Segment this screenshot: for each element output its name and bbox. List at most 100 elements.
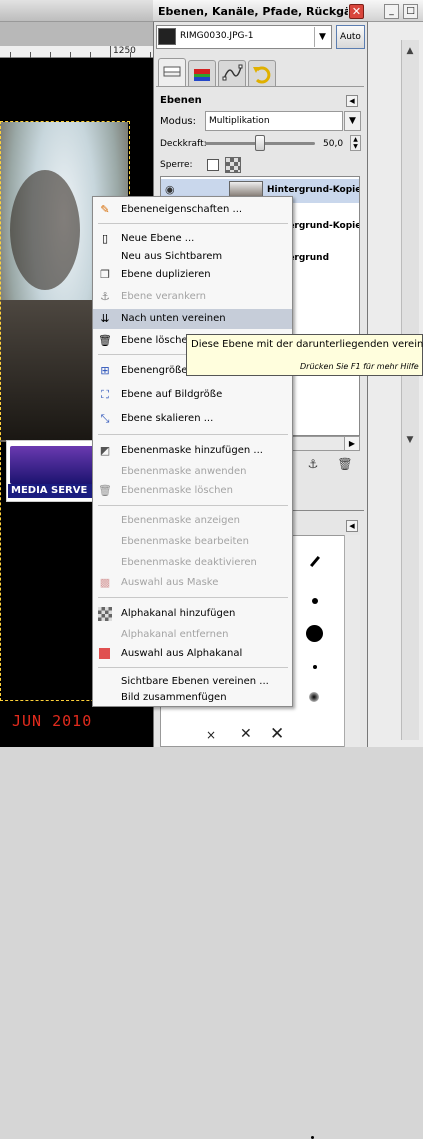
menu-item-label: Ebeneneigenschaften ... — [121, 204, 243, 215]
scroll-up-icon[interactable]: ▲ — [401, 46, 419, 62]
brush-swatch[interactable]: × — [206, 728, 216, 742]
brush-swatch[interactable] — [309, 692, 319, 702]
tab-undo[interactable] — [248, 60, 276, 86]
brush-swatch[interactable]: ✕ — [240, 726, 252, 742]
menu-item-anchor-layer[interactable]: ⚓ Ebene verankern — [93, 287, 292, 307]
tab-layers[interactable] — [158, 58, 186, 86]
alpha-selection-icon — [99, 648, 110, 659]
brush-swatch[interactable] — [313, 665, 317, 669]
menu-item-layer-attributes[interactable]: ✎ Ebeneneigenschaften ... — [93, 200, 292, 220]
panel-menu-icon[interactable]: ◀ — [346, 95, 358, 107]
menu-separator — [98, 434, 288, 435]
mode-value: Multiplikation — [209, 116, 270, 126]
menu-item-label: Ebenenmaske anwenden — [121, 466, 247, 477]
menu-item-label: Ebenenmaske bearbeiten — [121, 536, 249, 547]
layer-name: Hintergrund-Kopie — [267, 185, 360, 195]
edit-icon: ✎ — [100, 203, 110, 216]
image-window-titlebar[interactable] — [0, 0, 153, 22]
merge-down-icon: ⇊ — [100, 312, 110, 325]
opacity-spin-button[interactable]: ▲ ▼ — [350, 135, 361, 151]
duplicate-icon: ❐ — [100, 268, 110, 281]
lock-alpha-checkbox[interactable] — [207, 159, 219, 171]
panel-menu-icon[interactable]: ◀ — [346, 520, 358, 532]
channels-tab-icon — [194, 69, 210, 81]
mask-selection-icon: ▩ — [99, 576, 111, 589]
minimize-icon[interactable]: _ — [384, 4, 399, 19]
menu-item-label: Nach unten vereinen — [121, 313, 226, 324]
menu-item-label: Ebenenmaske anzeigen — [121, 515, 240, 526]
menu-item-label: Alphakanal hinzufügen — [121, 608, 236, 619]
image-select-value: RIMG0030.JPG-1 — [180, 31, 254, 41]
menu-item-add-alpha-channel[interactable]: Alphakanal hinzufügen — [93, 604, 292, 624]
anchor-icon: ⚓ — [100, 290, 110, 303]
menu-separator — [98, 667, 288, 668]
close-icon[interactable]: ✕ — [349, 4, 364, 19]
brush-swatch[interactable]: ✕ — [270, 724, 284, 744]
opacity-value[interactable]: 50,0 — [323, 139, 343, 149]
alpha-icon — [98, 607, 112, 621]
menu-item-new-layer[interactable]: ▯ Neue Ebene ... — [93, 229, 292, 249]
trash-icon: 🗑 — [98, 484, 112, 497]
menu-item-label: Alphakanal entfernen — [121, 629, 229, 640]
brush-swatch[interactable] — [312, 598, 318, 604]
menu-item-label: Ebene auf Bildgröße — [121, 389, 223, 400]
menu-item-label: Auswahl aus Alphakanal — [121, 648, 243, 659]
menu-item-show-layer-mask[interactable]: Ebenenmaske anzeigen — [93, 511, 292, 531]
background-window-titlebar[interactable]: _ □ — [368, 0, 423, 22]
menu-item-add-layer-mask[interactable]: ◩ Ebenenmaske hinzufügen ... — [93, 441, 292, 461]
ruler-label: 1250 — [113, 46, 136, 56]
chevron-down-icon[interactable]: ▼ — [314, 27, 330, 47]
layer-size-icon: ⊞ — [100, 364, 110, 377]
scale-icon: ⤡ — [100, 412, 110, 425]
layers-tab-icon — [163, 66, 181, 77]
brushes-scrollbar[interactable] — [344, 535, 360, 747]
menu-item-label: Ebene skalieren ... — [121, 413, 214, 424]
menu-item-edit-layer-mask[interactable]: Ebenenmaske bearbeiten — [93, 532, 292, 552]
tab-channels[interactable] — [188, 60, 216, 86]
menu-item-label: Ebene löschen — [121, 335, 194, 346]
maximize-icon[interactable]: □ — [403, 4, 418, 19]
menu-item-remove-alpha-channel[interactable]: Alphakanal entfernen — [93, 625, 292, 645]
menu-item-label: Ebenenmaske löschen — [121, 485, 233, 496]
brush-swatch[interactable] — [306, 625, 323, 642]
menu-item-label: Sichtbare Ebenen vereinen ... — [121, 676, 269, 687]
menu-item-label: Ebene verankern — [121, 291, 206, 302]
menu-item-label: Ebenenmaske hinzufügen ... — [121, 445, 263, 456]
date-stamp: JUN 2010 — [12, 712, 93, 730]
menu-item-duplicate-layer[interactable]: ❐ Ebene duplizieren — [93, 265, 292, 285]
menu-separator — [98, 223, 288, 224]
horizontal-ruler[interactable]: 1250 — [0, 46, 153, 58]
auto-button[interactable]: Auto — [336, 25, 365, 49]
chevron-down-icon[interactable]: ▼ — [344, 111, 361, 131]
tab-paths[interactable] — [218, 60, 246, 86]
scroll-right-icon[interactable]: ▶ — [344, 436, 360, 451]
menu-item-flatten-image[interactable]: Bild zusammenfügen — [93, 688, 292, 708]
mode-label: Modus: — [160, 116, 197, 127]
scroll-down-icon[interactable]: ▼ — [401, 435, 419, 451]
menu-item-scale-layer[interactable]: ⤡ Ebene skalieren ... — [93, 409, 292, 429]
menu-item-label: Bild zusammenfügen — [121, 692, 227, 703]
opacity-slider-handle[interactable] — [255, 135, 265, 151]
fit-image-icon: ⛶ — [101, 388, 109, 401]
menu-separator — [98, 597, 288, 598]
menu-separator — [98, 505, 288, 506]
anchor-icon[interactable]: ⚓ — [305, 457, 321, 473]
menu-item-apply-layer-mask[interactable]: Ebenenmaske anwenden — [93, 462, 292, 482]
background-scrollbar[interactable] — [401, 40, 419, 740]
menu-item-merge-down[interactable]: ⇊ Nach unten vereinen — [93, 309, 292, 329]
undo-tab-icon — [253, 66, 271, 84]
menu-item-new-from-visible[interactable]: Neu aus Sichtbarem — [93, 247, 292, 267]
menu-item-layer-to-image-size[interactable]: ⛶ Ebene auf Bildgröße — [93, 385, 292, 405]
menu-item-alpha-to-selection[interactable]: Auswahl aus Alphakanal — [93, 644, 292, 664]
tooltip-hint: Drücken Sie F1 für mehr Hilfe — [300, 362, 419, 371]
opacity-label: Deckkraft: — [160, 139, 207, 149]
image-thumbnail — [158, 28, 176, 45]
menu-item-label: Auswahl aus Maske — [121, 577, 219, 588]
lock-label: Sperre: — [160, 160, 193, 170]
trash-icon[interactable]: 🗑 — [337, 457, 353, 473]
menu-item-delete-layer-mask[interactable]: 🗑 Ebenenmaske löschen — [93, 481, 292, 501]
menu-item-disable-layer-mask[interactable]: Ebenenmaske deaktivieren — [93, 553, 292, 573]
tooltip-text: Diese Ebene mit der darunterliegenden ve… — [191, 339, 423, 350]
menu-item-mask-to-selection[interactable]: ▩ Auswahl aus Maske — [93, 573, 292, 593]
dock-title: Ebenen, Kanäle, Pfade, Rückgäng... — [158, 5, 348, 18]
